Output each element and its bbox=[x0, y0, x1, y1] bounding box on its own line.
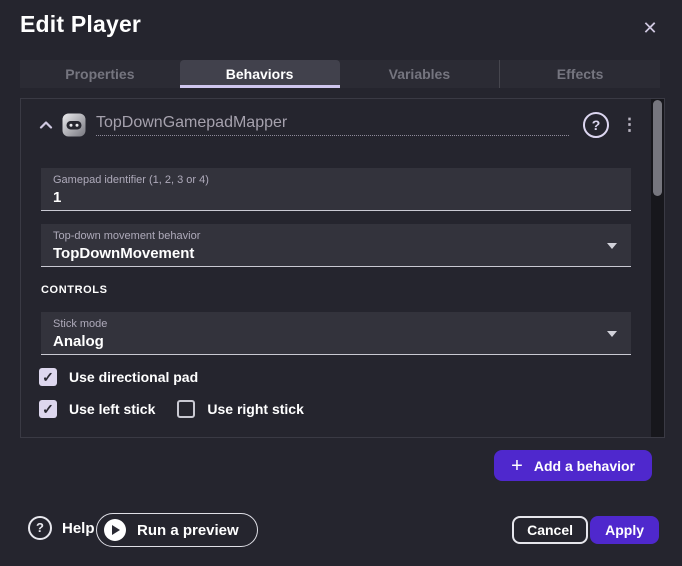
run-preview-label: Run a preview bbox=[137, 522, 239, 539]
stick-mode-value: Analog bbox=[53, 333, 619, 350]
close-icon[interactable]: ✕ bbox=[638, 16, 662, 40]
gamepad-identifier-value: 1 bbox=[53, 189, 619, 206]
add-behavior-label: Add a behavior bbox=[534, 458, 635, 474]
controls-section-title: CONTROLS bbox=[41, 284, 108, 296]
tab-variables[interactable]: Variables bbox=[340, 60, 500, 88]
use-directional-pad-label: Use directional pad bbox=[69, 369, 198, 385]
use-directional-pad-checkbox[interactable]: ✓ bbox=[39, 368, 57, 386]
edit-player-dialog: Edit Player ✕ Properties Behaviors Varia… bbox=[0, 0, 682, 566]
page-title: Edit Player bbox=[20, 11, 141, 38]
tab-bar: Properties Behaviors Variables Effects bbox=[20, 60, 660, 88]
play-icon bbox=[104, 519, 126, 541]
apply-button[interactable]: Apply bbox=[590, 516, 659, 544]
use-right-stick-label: Use right stick bbox=[207, 401, 303, 417]
use-left-stick-label: Use left stick bbox=[69, 401, 155, 417]
movement-behavior-select[interactable]: Top-down movement behavior TopDownMoveme… bbox=[41, 224, 631, 267]
scrollbar-thumb[interactable] bbox=[653, 100, 662, 196]
gamepad-icon bbox=[62, 113, 86, 137]
stick-mode-select[interactable]: Stick mode Analog bbox=[41, 312, 631, 355]
help-label: Help bbox=[62, 520, 95, 537]
behavior-help-icon[interactable]: ? bbox=[583, 112, 609, 138]
behaviors-panel: TopDownGamepadMapper ? ⋮ Gamepad identif… bbox=[20, 98, 665, 438]
gamepad-identifier-input[interactable]: Gamepad identifier (1, 2, 3 or 4) 1 bbox=[41, 168, 631, 211]
movement-behavior-label: Top-down movement behavior bbox=[53, 230, 619, 242]
sticks-row: ✓ Use left stick Use right stick bbox=[39, 400, 304, 418]
cancel-button[interactable]: Cancel bbox=[512, 516, 588, 544]
behavior-name-field[interactable]: TopDownGamepadMapper bbox=[96, 114, 569, 136]
use-left-stick-checkbox[interactable]: ✓ bbox=[39, 400, 57, 418]
directional-pad-row: ✓ Use directional pad bbox=[39, 368, 198, 386]
add-behavior-button[interactable]: + Add a behavior bbox=[494, 450, 652, 481]
plus-icon: + bbox=[511, 456, 523, 476]
tab-properties[interactable]: Properties bbox=[20, 60, 180, 88]
more-options-icon[interactable]: ⋮ bbox=[621, 115, 638, 135]
chevron-down-icon bbox=[607, 331, 617, 337]
use-right-stick-checkbox[interactable] bbox=[177, 400, 195, 418]
panel-scrollbar[interactable] bbox=[651, 99, 664, 437]
behavior-header: TopDownGamepadMapper ? ⋮ bbox=[38, 112, 638, 138]
chevron-up-icon[interactable] bbox=[38, 117, 54, 133]
tab-effects[interactable]: Effects bbox=[499, 60, 660, 88]
gamepad-identifier-label: Gamepad identifier (1, 2, 3 or 4) bbox=[53, 174, 619, 186]
help-circle-icon: ? bbox=[28, 516, 52, 540]
movement-behavior-value: TopDownMovement bbox=[53, 245, 619, 262]
chevron-down-icon bbox=[607, 243, 617, 249]
run-preview-button[interactable]: Run a preview bbox=[96, 513, 258, 547]
help-button[interactable]: ? Help bbox=[28, 516, 95, 540]
stick-mode-label: Stick mode bbox=[53, 318, 619, 330]
tab-behaviors[interactable]: Behaviors bbox=[180, 60, 340, 88]
